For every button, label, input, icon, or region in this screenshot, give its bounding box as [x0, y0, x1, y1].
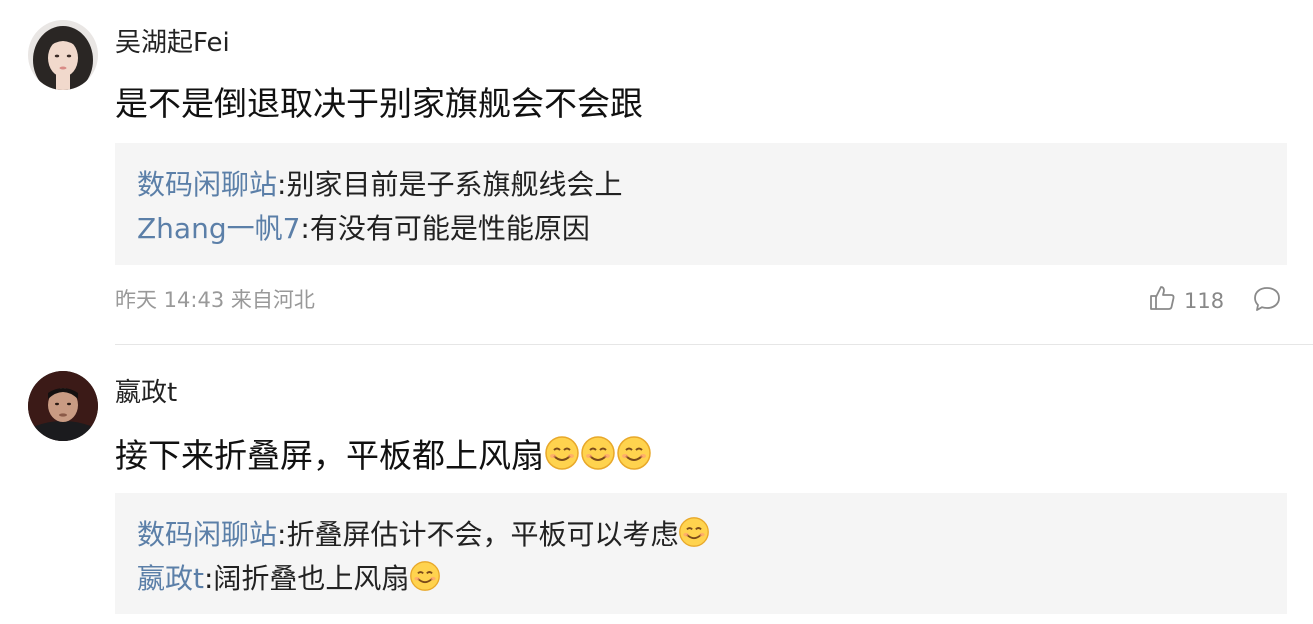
smile-emoji-icon: [544, 435, 580, 480]
reply-item[interactable]: Zhang一帆7:有没有可能是性能原因: [137, 207, 1287, 251]
thumbs-up-icon[interactable]: [1148, 284, 1176, 312]
reply-author[interactable]: 数码闲聊站: [137, 518, 277, 551]
reply-text: :别家目前是子系旗舰线会上: [277, 168, 623, 201]
comment-bubble-icon[interactable]: [1252, 284, 1282, 314]
username[interactable]: 嬴政t: [115, 378, 177, 408]
reply-item[interactable]: 数码闲聊站:折叠屏估计不会，平板可以考虑: [137, 513, 1287, 557]
reply-item[interactable]: 嬴政t:阔折叠也上风扇: [137, 557, 1287, 601]
comment-text: 是不是倒退取决于别家旗舰会不会跟: [115, 84, 643, 123]
comment-item: 吴湖起Fei 是不是倒退取决于别家旗舰会不会跟 数码闲聊站:别家目前是子系旗舰线…: [0, 0, 1313, 344]
like-count: 118: [1184, 289, 1225, 313]
reply-list[interactable]: 数码闲聊站:折叠屏估计不会，平板可以考虑 嬴政t:阔折叠也上风扇: [115, 493, 1287, 614]
comment-item: 嬴政t 接下来折叠屏，平板都上风扇 数码闲聊站:折叠屏估计不会，平板可以考虑 嬴…: [0, 345, 1313, 624]
reply-text: :阔折叠也上风扇: [203, 562, 410, 595]
reply-item[interactable]: 数码闲聊站:别家目前是子系旗舰线会上: [137, 163, 1287, 207]
smile-emoji-icon: [409, 560, 441, 605]
comment-text: 接下来折叠屏，平板都上风扇: [115, 435, 652, 480]
avatar[interactable]: [28, 371, 98, 441]
reply-author[interactable]: 嬴政t: [137, 562, 204, 595]
smile-emoji-icon: [678, 516, 710, 561]
reply-text: :折叠屏估计不会，平板可以考虑: [277, 518, 679, 551]
reply-author[interactable]: Zhang一帆7: [137, 212, 300, 245]
smile-emoji-icon: [580, 435, 616, 480]
reply-text: :有没有可能是性能原因: [300, 212, 590, 245]
comment-meta: 昨天 14:43 来自河北: [115, 288, 315, 312]
username[interactable]: 吴湖起Fei: [115, 28, 230, 58]
avatar[interactable]: [28, 20, 98, 90]
reply-list[interactable]: 数码闲聊站:别家目前是子系旗舰线会上 Zhang一帆7:有没有可能是性能原因: [115, 143, 1287, 265]
reply-author[interactable]: 数码闲聊站: [137, 168, 277, 201]
smile-emoji-icon: [616, 435, 652, 480]
